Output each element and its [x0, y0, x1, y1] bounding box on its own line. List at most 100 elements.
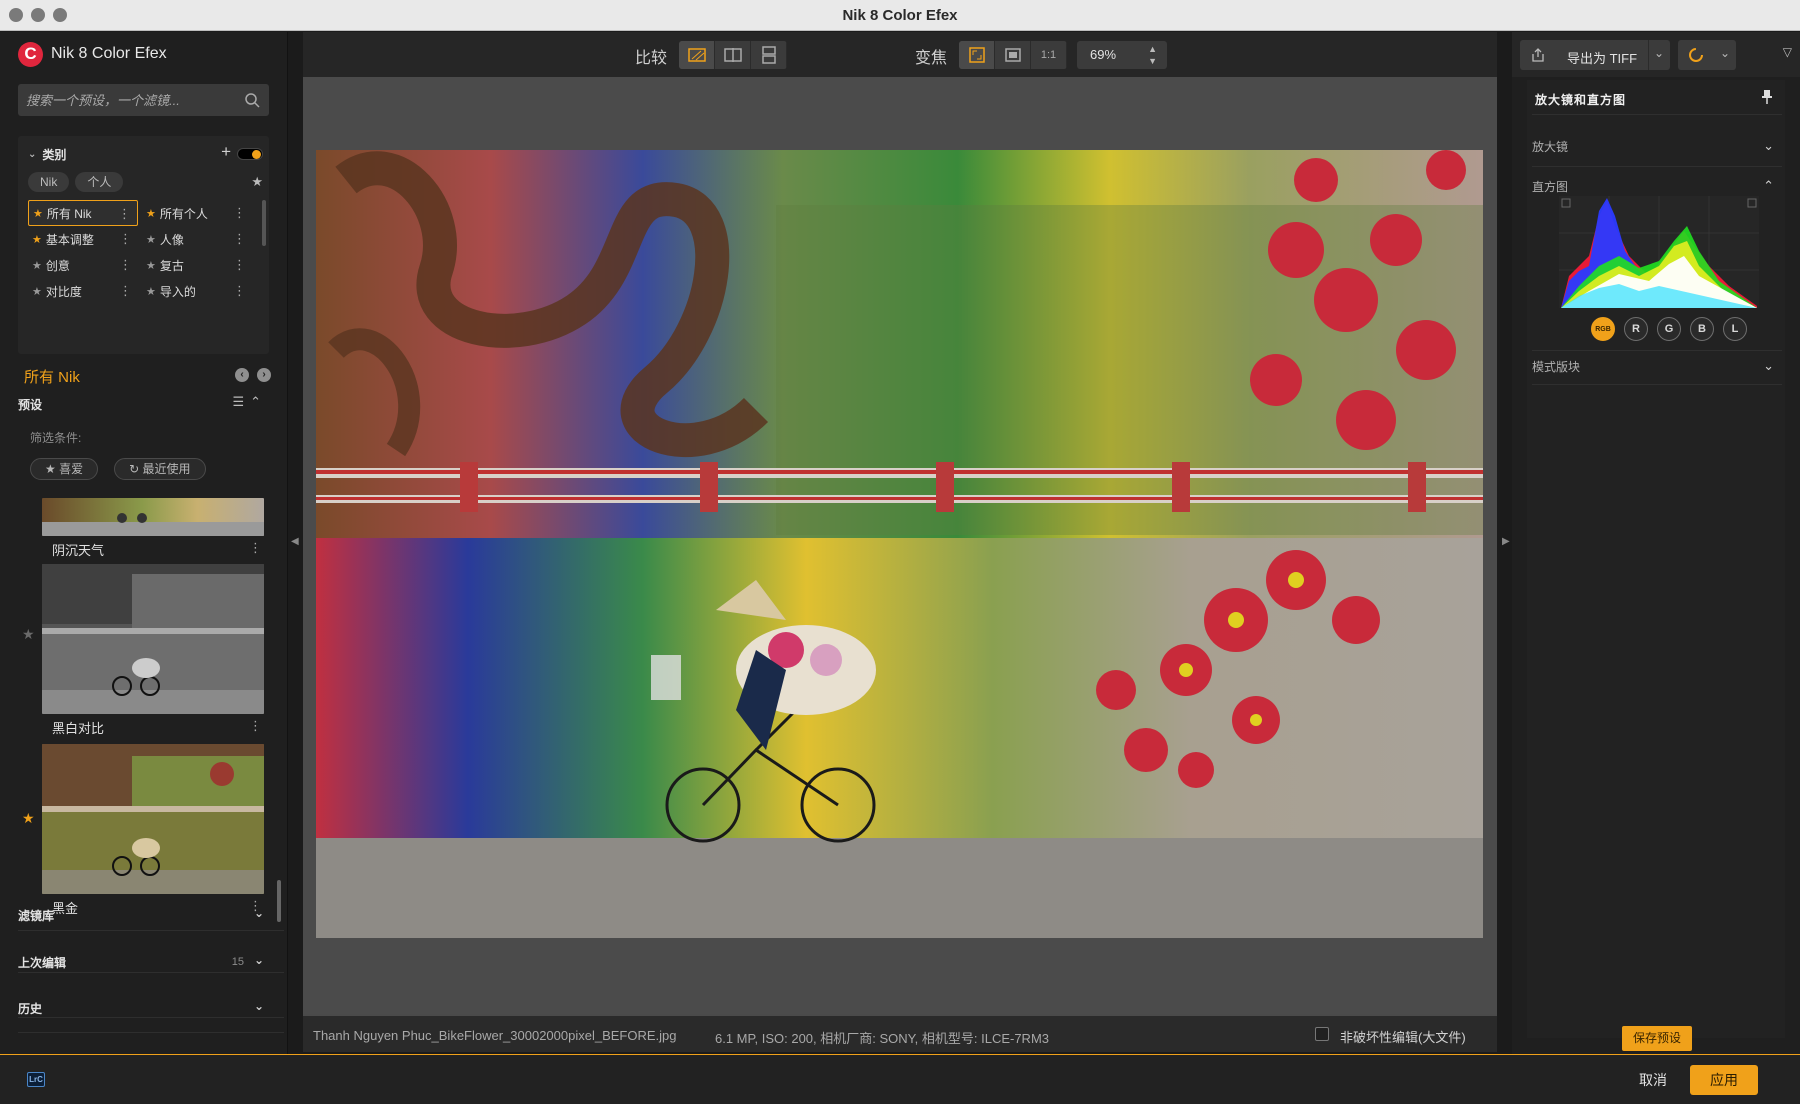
pin-icon[interactable]	[1761, 89, 1773, 105]
chevron-up-icon[interactable]: ⌃	[1763, 178, 1774, 194]
preset-thumbnail[interactable]	[42, 744, 264, 894]
last-edit-count: 15	[231, 956, 244, 968]
category-item-creative[interactable]: ★ 创意 ⋮	[28, 252, 138, 278]
chevron-down-icon[interactable]: ⌄	[254, 906, 264, 920]
collapse-right-panel-icon[interactable]: ▶	[1502, 536, 1510, 547]
histogram-title: 直方图	[1532, 180, 1569, 194]
category-item-all-personal[interactable]: ★ 所有个人 ⋮	[142, 200, 252, 226]
process-button[interactable]: ⌄	[1678, 40, 1736, 70]
compare-stacked-button[interactable]	[751, 41, 787, 69]
preset-thumbnail[interactable]	[42, 564, 264, 714]
export-toolbar: 导出为 TIFF ⌄ ⌄ ▽	[1512, 32, 1800, 77]
more-icon[interactable]: ⋮	[233, 283, 246, 299]
chevron-down-icon[interactable]: ⌄	[254, 999, 264, 1013]
add-category-button[interactable]: +	[221, 142, 231, 162]
more-icon[interactable]: ⋮	[233, 205, 246, 221]
more-icon[interactable]: ⋮	[233, 231, 246, 247]
star-icon[interactable]: ★	[22, 626, 35, 643]
chevron-down-icon[interactable]: ⌄	[254, 953, 264, 967]
preset-thumbnail[interactable]	[42, 498, 264, 536]
preset-scrollbar[interactable]	[277, 880, 281, 922]
category-label: 导入的	[159, 284, 196, 299]
apply-button[interactable]: 应用	[1690, 1065, 1758, 1095]
chip-nik[interactable]: Nik	[28, 172, 70, 192]
more-icon[interactable]: ⋮	[119, 283, 132, 299]
collapse-left-panel-icon[interactable]: ◀	[291, 536, 299, 547]
app-logo-icon: C	[18, 41, 43, 67]
history-section[interactable]: 历史 ⌄	[18, 999, 270, 1020]
compare-split-button[interactable]	[715, 41, 751, 69]
category-label: 对比度	[45, 284, 82, 299]
zoom-select[interactable]: 69% ▲ ▼	[1077, 41, 1167, 69]
divider	[18, 930, 284, 931]
channel-r-button[interactable]: R	[1624, 317, 1648, 341]
chevron-down-icon: ⌄	[28, 149, 37, 160]
separator	[1648, 40, 1649, 70]
file-name: Thanh Nguyen Phuc_BikeFlower_30002000pix…	[313, 1028, 677, 1043]
more-icon[interactable]: ⋮	[249, 718, 262, 734]
last-edit-section[interactable]: 上次编辑 15 ⌄	[18, 953, 270, 974]
category-scrollbar[interactable]	[262, 200, 266, 246]
categories-toggle[interactable]	[237, 148, 263, 160]
previous-icon[interactable]: ‹	[235, 368, 249, 382]
fit-to-screen-button[interactable]	[959, 41, 995, 69]
image-canvas[interactable]	[303, 77, 1497, 1014]
chevron-down-icon[interactable]: ⌄	[1720, 46, 1730, 60]
star-icon[interactable]: ★	[22, 810, 35, 827]
one-to-one-button[interactable]: 1:1	[1031, 41, 1067, 69]
nondestructive-checkbox[interactable]	[1315, 1027, 1329, 1041]
save-preset-button[interactable]: 保存预设	[1622, 1026, 1692, 1051]
last-edit-title: 上次编辑	[18, 956, 67, 970]
search-icon[interactable]	[244, 92, 260, 108]
more-icon[interactable]: ⋮	[119, 257, 132, 273]
presets-tools: ☰⌃	[232, 394, 267, 410]
star-icon: ★	[146, 233, 156, 246]
channel-g-button[interactable]: G	[1657, 317, 1681, 341]
stepper-icon[interactable]: ▲ ▼	[1148, 41, 1157, 67]
category-item-portrait[interactable]: ★ 人像 ⋮	[142, 226, 252, 252]
chevron-up-icon[interactable]: ⌃	[250, 394, 267, 409]
channel-l-button[interactable]: L	[1723, 317, 1747, 341]
zoom-label: 变焦	[915, 50, 948, 67]
search-input[interactable]	[26, 90, 236, 110]
categories-header[interactable]: ⌄ 类别	[28, 146, 66, 163]
main-photo[interactable]	[316, 150, 1483, 938]
title-bar: Nik 8 Color Efex	[0, 0, 1800, 31]
menu-icon[interactable]: ☰	[232, 394, 250, 409]
cancel-button[interactable]: 取消	[1639, 1070, 1667, 1090]
chip-personal[interactable]: 个人	[75, 172, 124, 192]
category-chips: Nik 个人	[28, 172, 124, 192]
chevron-down-icon[interactable]: ⌄	[1763, 138, 1774, 154]
more-icon[interactable]: ⋮	[233, 257, 246, 273]
compare-single-button[interactable]	[679, 41, 715, 69]
nondestructive-label: 非破坏性编辑(大文件)	[1340, 1030, 1466, 1045]
chevron-down-icon[interactable]: ⌄	[1763, 358, 1774, 374]
more-icon[interactable]: ⋮	[119, 231, 132, 247]
preset-label: 黑白对比	[52, 721, 105, 736]
fill-screen-button[interactable]	[995, 41, 1031, 69]
category-item-contrast[interactable]: ★ 对比度 ⋮	[28, 278, 138, 304]
export-button[interactable]: 导出为 TIFF ⌄	[1520, 40, 1670, 70]
channel-b-button[interactable]: B	[1690, 317, 1714, 341]
category-item-imported[interactable]: ★ 导入的 ⋮	[142, 278, 252, 304]
export-label: 导出为 TIFF	[1567, 51, 1638, 66]
loupe-section[interactable]: 放大镜 ⌄	[1532, 138, 1782, 160]
more-icon[interactable]: ⋮	[118, 206, 131, 222]
filter-library-section[interactable]: 滤镜库 ⌄	[18, 906, 270, 927]
next-icon[interactable]: ›	[257, 368, 271, 382]
filter-favorite-button[interactable]: ★ 喜爱	[30, 458, 99, 480]
mode-blocks-section[interactable]: 模式版块 ⌄	[1532, 358, 1782, 380]
panel-menu-icon[interactable]: ▽	[1783, 45, 1792, 59]
channel-rgb-button[interactable]: RGB	[1591, 317, 1615, 341]
category-item-retro[interactable]: ★ 复古 ⋮	[142, 252, 252, 278]
category-item-all-nik[interactable]: ★ 所有 Nik ⋮	[28, 200, 138, 226]
lightroom-classic-icon: LrC	[27, 1072, 45, 1087]
chevron-down-icon[interactable]: ⌄	[1654, 46, 1664, 60]
star-icon: ★	[146, 285, 156, 298]
mode-blocks-title: 模式版块	[1532, 360, 1581, 374]
more-icon[interactable]: ⋮	[249, 540, 262, 556]
filter-recent-button[interactable]: ↻ 最近使用	[114, 458, 206, 480]
star-filter-icon[interactable]: ★	[251, 174, 263, 190]
app-brand: C Nik 8 Color Efex	[18, 41, 167, 67]
category-item-basic[interactable]: ★ 基本调整 ⋮	[28, 226, 138, 252]
